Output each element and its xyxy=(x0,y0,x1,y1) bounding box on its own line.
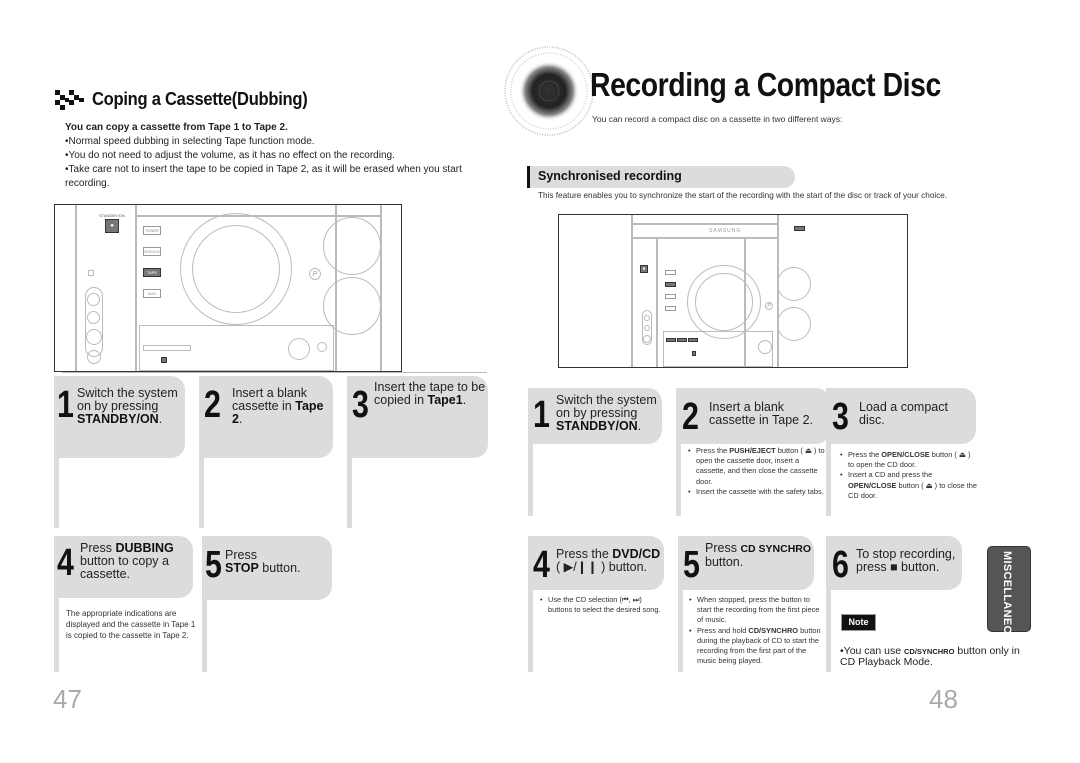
step-text: To stop recording, press ■ button. xyxy=(856,547,956,574)
step-number: 2 xyxy=(204,384,221,426)
step-body: Press the PUSH/EJECT button ( ⏏ ) to ope… xyxy=(686,446,826,497)
section-title: Synchronised recording xyxy=(538,169,682,183)
intro-bullet: •You do not need to adjust the volume, a… xyxy=(65,150,395,161)
step-number: 4 xyxy=(533,544,550,586)
section-title: Coping a Cassette(Dubbing) xyxy=(92,89,308,109)
standby-button: ● xyxy=(105,219,119,233)
stereo-front-panel-diagram: SAMSUNG ● P xyxy=(558,214,908,368)
step-body: Press the OPEN/CLOSE button ( ⏏ ) to ope… xyxy=(838,450,978,501)
intro-bullet: •Take care not to insert the tape to be … xyxy=(65,164,462,189)
side-tab-label: MISCELLANEOUS xyxy=(1001,551,1013,651)
page-number: 48 xyxy=(929,684,958,714)
step-text: Switch the system on by pressing STANDBY… xyxy=(77,386,178,426)
step-text: Insert a blank cassette in Tape 2. xyxy=(232,386,324,426)
dubbing-button xyxy=(161,357,167,363)
step-text: Load a compact disc. xyxy=(859,400,948,427)
checker-arrows-icon xyxy=(55,90,84,110)
bullet: When stopped, press the button to start … xyxy=(689,595,823,626)
note-badge: Note xyxy=(841,614,876,631)
step-body: When stopped, press the button to start … xyxy=(687,595,823,666)
intro-text: You can copy a cassette from Tape 1 to T… xyxy=(65,121,465,191)
bullet: Insert a CD and press the OPEN/CLOSE but… xyxy=(840,470,978,501)
step-text: Press the DVD/CD ( ▶/❙❙ ) button. xyxy=(556,547,661,574)
aux-button: AUX xyxy=(143,289,161,298)
step-text: Press CD SYNCHRO button. xyxy=(705,541,812,569)
dvdcd-button xyxy=(665,282,676,287)
volume-knob xyxy=(323,217,381,275)
page-subtitle: You can record a compact disc on a casse… xyxy=(592,114,843,124)
tuner-button: TUNER xyxy=(143,226,161,235)
page-title: Recording a Compact Disc xyxy=(590,66,941,103)
page-number: 47 xyxy=(53,684,82,714)
note-text: •You can use CD/SYNCHRO button only in C… xyxy=(840,645,1020,668)
divider xyxy=(62,372,487,373)
bullet: Press the PUSH/EJECT button ( ⏏ ) to ope… xyxy=(688,446,826,487)
step-number: 1 xyxy=(533,394,550,436)
cd-synchro-button xyxy=(692,351,696,356)
stereo-front-panel-diagram: ● STANDBY/ON TUNER DVD/CD TAPE AUX P xyxy=(54,204,402,372)
step-text: Insert a blank cassette in Tape 2. xyxy=(709,400,814,427)
synchro-indicator xyxy=(794,226,805,231)
step-number: 2 xyxy=(682,396,699,438)
step-number: 5 xyxy=(205,544,222,586)
step-text: Insert the tape to be copied in Tape1. xyxy=(374,380,486,407)
section-description: This feature enables you to synchronize … xyxy=(538,191,948,200)
bullet: Insert the cassette with the safety tabs… xyxy=(688,487,826,497)
step-number: 3 xyxy=(832,396,849,438)
compact-disc-icon xyxy=(504,46,594,136)
standby-label: STANDBY/ON xyxy=(99,213,125,218)
section-side-tab[interactable]: MISCELLANEOUS xyxy=(987,546,1031,650)
step-number: 4 xyxy=(57,542,74,584)
speaker-cone xyxy=(192,225,280,313)
dvdcd-button: DVD/CD xyxy=(143,247,161,256)
tape-button: TAPE xyxy=(143,268,161,277)
intro-bullet: •Normal speed dubbing in selecting Tape … xyxy=(65,136,315,147)
step-number: 6 xyxy=(832,544,849,586)
bullet: Press and hold CD/SYNCHRO button during … xyxy=(689,626,823,667)
bullet: Use the CD selection (⏮, ⏭) buttons to s… xyxy=(540,595,668,615)
bullet: Press the OPEN/CLOSE button ( ⏏ ) to ope… xyxy=(840,450,978,470)
step-body: The appropriate indications are displaye… xyxy=(66,609,196,640)
step-text: Press DUBBING button to copy a cassette. xyxy=(80,541,174,581)
step-number: 5 xyxy=(683,544,700,586)
step-text: Press STOP button. xyxy=(225,548,301,575)
step-number: 1 xyxy=(57,384,74,426)
step-text: Switch the system on by pressing STANDBY… xyxy=(556,393,657,433)
intro-lead: You can copy a cassette from Tape 1 to T… xyxy=(65,122,288,133)
standby-button: ● xyxy=(640,265,648,273)
step-number: 3 xyxy=(352,384,369,426)
p-logo: P xyxy=(309,268,321,280)
brand-logo: SAMSUNG xyxy=(709,228,742,234)
step-body: Use the CD selection (⏮, ⏭) buttons to s… xyxy=(538,595,668,615)
